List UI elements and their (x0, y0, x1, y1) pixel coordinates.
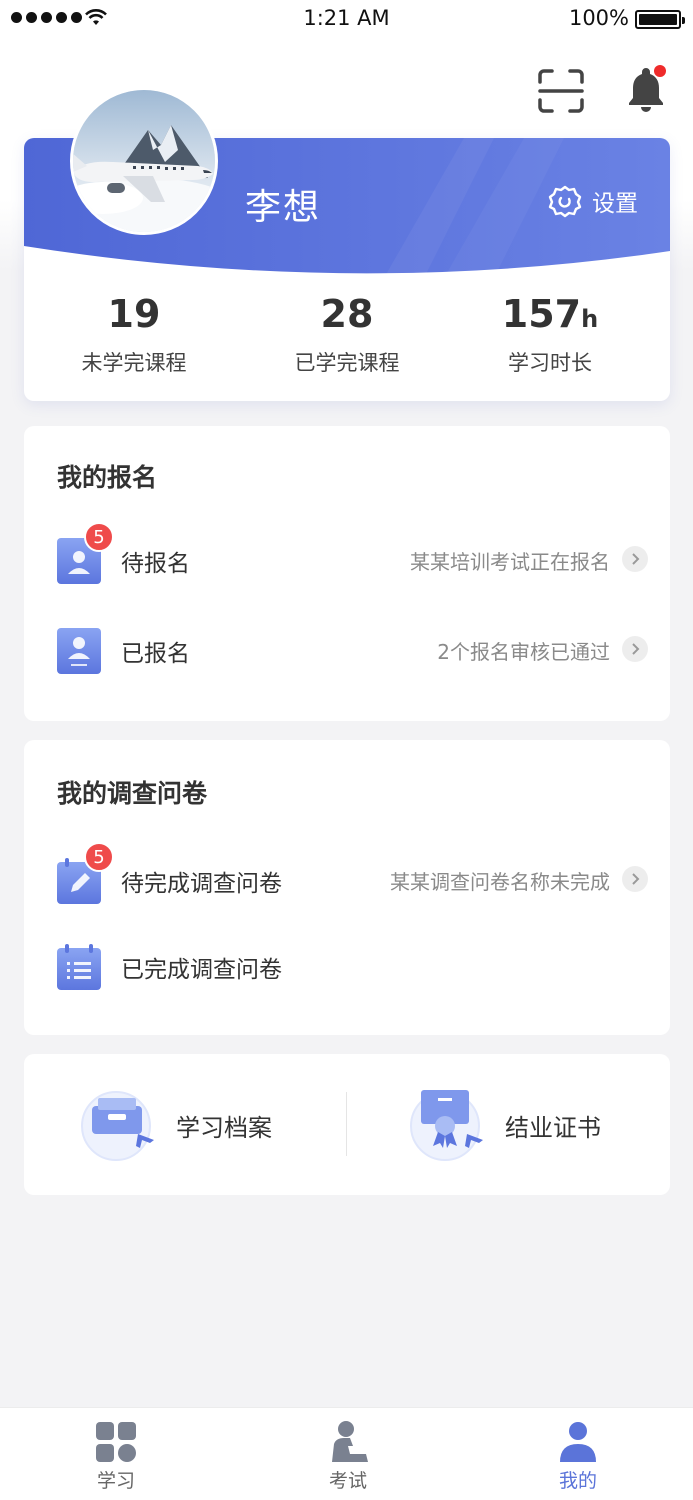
user-name: 李想 (245, 187, 322, 228)
row-label: 已报名 (121, 641, 190, 667)
avatar[interactable] (70, 87, 218, 235)
row-label: 已完成调查问卷 (121, 957, 282, 983)
stat-unit: h (581, 305, 599, 333)
row-completed-survey[interactable]: 已完成调查问卷 (24, 936, 670, 996)
stat-value: 157 (501, 292, 582, 336)
gear-icon (548, 185, 582, 218)
chevron-right-icon (622, 636, 648, 662)
chevron-right-icon (622, 546, 648, 572)
user-icon (560, 1422, 596, 1462)
tab-label: 我的 (558, 1470, 597, 1492)
battery-icon (635, 10, 685, 29)
tab-label: 学习 (96, 1470, 135, 1492)
settings-label: 设置 (592, 191, 638, 217)
divider (346, 1092, 347, 1156)
tab-study[interactable]: 学习 (56, 1420, 176, 1493)
bell-icon[interactable] (622, 64, 668, 114)
row-description: 某某调查问卷名称未完成 (390, 870, 610, 894)
status-bar: 1:21 AM 100% (0, 0, 693, 40)
stat-study-duration[interactable]: 157h 学习时长 (440, 290, 660, 377)
quick-links-card: 学习档案 结业证书 (24, 1054, 670, 1195)
certificate-icon (410, 1090, 483, 1161)
row-pending-survey[interactable]: 5 待完成调查问卷 某某调查问卷名称未完成 (24, 842, 670, 910)
pending-registration-badge: 5 (84, 522, 114, 552)
scan-icon[interactable] (538, 69, 584, 113)
stat-unfinished-courses[interactable]: 19 未学完课程 (24, 290, 244, 377)
battery-percentage: 100% (568, 6, 629, 30)
tab-exam[interactable]: 考试 (288, 1420, 408, 1493)
tab-bar: 学习 考试 我的 (0, 1407, 693, 1500)
row-description: 某某培训考试正在报名 (410, 550, 610, 574)
user-card-icon (57, 628, 101, 674)
quick-link-label: 学习档案 (176, 1114, 272, 1142)
pending-survey-badge: 5 (84, 842, 114, 872)
tab-label: 考试 (328, 1470, 367, 1492)
certificate-button[interactable]: 结业证书 (409, 1054, 649, 1194)
stat-value: 28 (320, 292, 374, 336)
stat-finished-courses[interactable]: 28 已学完课程 (237, 290, 457, 377)
registration-title: 我的报名 (57, 463, 158, 492)
row-description: 2个报名审核已通过 (437, 640, 610, 664)
archive-icon (81, 1091, 154, 1161)
study-archive-button[interactable]: 学习档案 (80, 1054, 320, 1194)
settings-button[interactable]: 设置 (548, 184, 638, 218)
row-pending-registration[interactable]: 5 待报名 某某培训考试正在报名 (24, 522, 670, 590)
tab-mine[interactable]: 我的 (518, 1420, 638, 1493)
stat-label: 未学完课程 (81, 351, 187, 375)
registration-card: 我的报名 5 待报名 某某培训考试正在报名 已报名 2个报名审核已通过 (24, 426, 670, 721)
chevron-right-icon (622, 866, 648, 892)
list-survey-icon (57, 944, 101, 990)
row-registered[interactable]: 已报名 2个报名审核已通过 (24, 620, 670, 680)
row-label: 待报名 (121, 551, 190, 577)
grid-icon (96, 1422, 136, 1462)
stat-label: 学习时长 (508, 351, 592, 375)
quick-link-label: 结业证书 (505, 1114, 601, 1142)
survey-title: 我的调查问卷 (57, 779, 208, 808)
survey-card: 我的调查问卷 5 待完成调查问卷 某某调查问卷名称未完成 已完成调查问卷 (24, 740, 670, 1035)
exam-icon (332, 1421, 368, 1462)
stat-value: 19 (107, 292, 161, 336)
row-label: 待完成调查问卷 (121, 871, 282, 897)
stat-label: 已学完课程 (294, 351, 400, 375)
